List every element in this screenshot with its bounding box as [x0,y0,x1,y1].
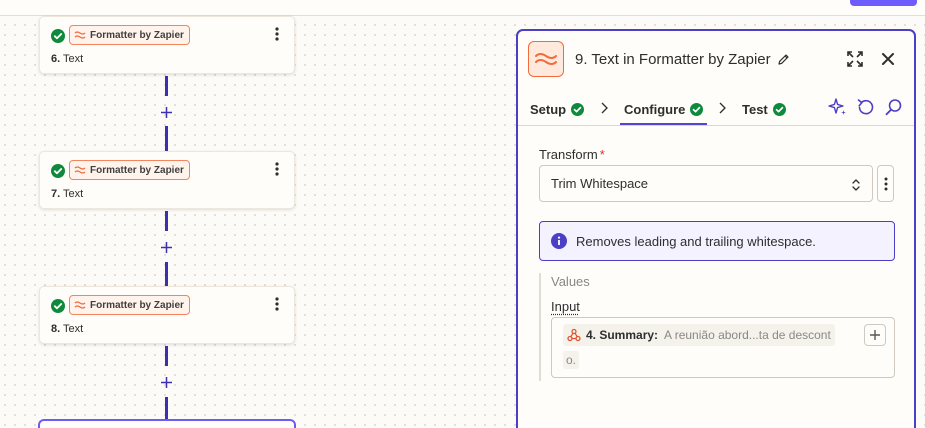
check-circle-icon [51,299,65,313]
check-circle-icon [571,102,585,116]
values-label: Values [551,274,590,289]
step-card-6[interactable]: Formatter by Zapier 6. Text [39,16,295,74]
tab-setup[interactable]: Setup [530,100,585,118]
info-icon [551,233,567,249]
required-mark: * [599,147,605,162]
mapped-step-label: 4. Summary: [586,328,659,342]
app-badge: Formatter by Zapier [69,160,190,180]
step-title: 8. Text [51,323,83,335]
transform-label-text: Transform [539,147,598,162]
check-circle-icon [772,102,786,116]
step-name: Text [63,323,84,335]
tab-label: Setup [530,101,567,117]
connector-line [165,262,168,287]
step-title: 7. Text [51,188,83,200]
active-tab-indicator [620,123,707,125]
add-step-button[interactable] [158,374,175,391]
formatter-icon [74,31,86,39]
connector-line [165,397,168,419]
formatter-icon [74,166,86,174]
tab-label: Configure [624,101,686,117]
formatter-app-icon [528,41,564,77]
more-options-icon[interactable] [270,26,284,42]
mapped-field-pill[interactable]: 4. Summary: A reunião abord...ta de desc… [563,324,835,346]
tab-label: Test [742,101,768,117]
transform-select[interactable]: Trim Whitespace [539,165,873,202]
transform-select-value: Trim Whitespace [551,176,649,191]
more-options-icon [884,177,887,190]
formatter-icon [535,53,557,65]
undo-icon[interactable] [856,97,876,117]
tab-test[interactable]: Test [742,100,786,118]
check-circle-icon [51,164,65,178]
input-label: Input [551,299,580,314]
connector-line [165,76,168,96]
plus-icon [870,330,880,340]
input-field[interactable]: 4. Summary: A reunião abord...ta de desc… [551,317,895,378]
mapped-value-wrap: o. [563,351,580,369]
insert-data-button[interactable] [864,324,886,346]
check-circle-icon [51,29,65,43]
app-badge-label: Formatter by Zapier [90,299,184,311]
chevron-up-down-icon [852,179,860,191]
panel-header: 9. Text in Formatter by Zapier [518,31,914,87]
expand-icon[interactable] [846,50,864,68]
app-badge-label: Formatter by Zapier [90,164,184,176]
step-card-7[interactable]: Formatter by Zapier 7. Text [39,151,295,209]
connector-line [165,126,168,152]
step-number: 7. [51,188,61,200]
transform-label: Transform * [539,147,605,162]
more-options-icon[interactable] [270,296,284,312]
more-options-icon[interactable] [270,161,284,177]
plus-icon [161,377,172,388]
close-icon[interactable] [880,51,896,67]
info-callout: Removes leading and trailing whitespace. [539,221,895,261]
add-step-button[interactable] [158,239,175,256]
step-title: 6. Text [51,53,83,65]
step-card-9[interactable] [38,419,296,428]
connector-line [165,211,168,231]
step-editor-panel: 9. Text in Formatter by Zapier Setup Con… [516,29,916,428]
step-tabs: Setup Configure Test [518,92,914,126]
app-badge: Formatter by Zapier [69,295,190,315]
ai-sparkle-icon[interactable] [828,97,848,117]
search-icon[interactable] [884,97,904,117]
check-circle-icon [690,102,704,116]
top-bar [0,0,925,16]
plus-icon [161,242,172,253]
tab-configure[interactable]: Configure [624,100,704,118]
step-number: 6. [51,53,61,65]
values-section-bar [539,273,541,381]
panel-title: 9. Text in Formatter by Zapier [575,51,771,68]
webhook-icon [567,328,581,342]
chevron-right-icon [601,102,608,114]
app-badge: Formatter by Zapier [69,25,190,45]
step-card-8[interactable]: Formatter by Zapier 8. Text [39,286,295,344]
pencil-icon[interactable] [777,53,790,66]
step-name: Text [63,188,84,200]
plus-icon [161,107,172,118]
step-name: Text [63,53,84,65]
step-number: 8. [51,323,61,335]
info-text: Removes leading and trailing whitespace. [576,233,816,249]
chevron-right-icon [719,102,726,114]
connector-line [165,346,168,366]
formatter-icon [74,301,86,309]
publish-button[interactable] [850,0,917,6]
field-options-button[interactable] [877,165,894,202]
mapped-value: A reunião abord...ta de descont [664,328,831,342]
app-badge-label: Formatter by Zapier [90,29,184,41]
add-step-button[interactable] [158,104,175,121]
